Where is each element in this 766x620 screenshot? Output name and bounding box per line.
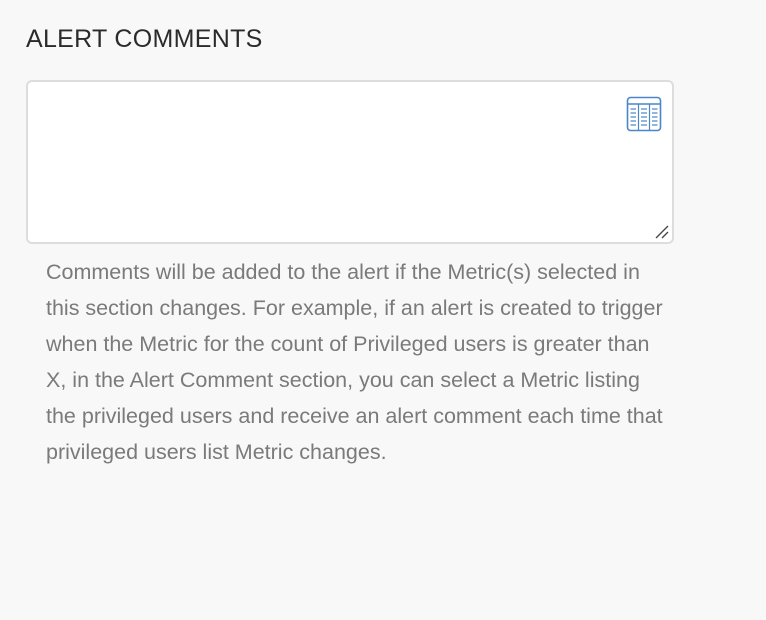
alert-comments-textarea[interactable] xyxy=(28,82,672,242)
table-list-icon[interactable] xyxy=(626,96,662,132)
section-title: ALERT COMMENTS xyxy=(26,25,263,53)
resize-grip-icon[interactable] xyxy=(654,224,670,240)
alert-comments-field xyxy=(26,80,674,244)
help-text: Comments will be added to the alert if t… xyxy=(46,260,663,464)
